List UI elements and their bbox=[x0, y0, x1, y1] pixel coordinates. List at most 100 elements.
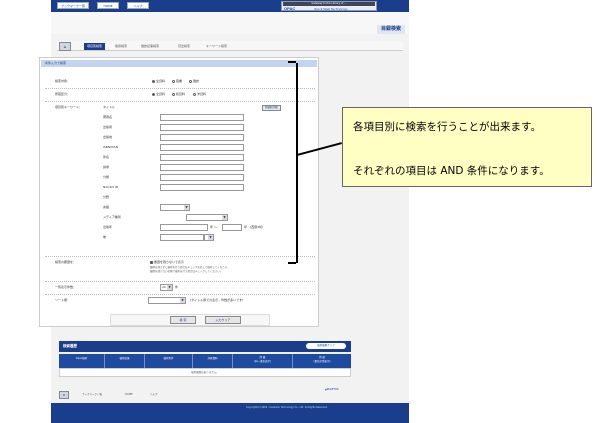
year-to-input[interactable] bbox=[222, 224, 242, 231]
bracket-top bbox=[288, 61, 296, 63]
page-title: 目録検索 bbox=[376, 25, 405, 34]
radio-dot bbox=[189, 79, 192, 83]
order-select[interactable]: ▼ bbox=[148, 297, 186, 304]
order-note: (タイトル順での表示…件数が多いです) bbox=[190, 298, 244, 302]
radio-target-book[interactable]: 図書 bbox=[172, 78, 182, 85]
chevron-down-icon: ▼ bbox=[184, 205, 189, 210]
nav-home[interactable]: HOME bbox=[97, 2, 119, 9]
radio-target-magazine[interactable]: 雑誌 bbox=[189, 78, 199, 85]
tab-keyword-search[interactable]: キーワード検索 bbox=[206, 43, 227, 50]
subject-input[interactable] bbox=[160, 164, 244, 171]
tab-bar bbox=[57, 41, 403, 51]
radio-holding-all[interactable]: 全資料 bbox=[152, 91, 165, 98]
bracket-side bbox=[296, 63, 298, 263]
history-col-holding-article: 所 蔵 (書名記事表示) bbox=[313, 356, 331, 363]
keyword-label: 項目別キーワード： bbox=[55, 105, 83, 109]
copyright: Copyright(C) 2009 - Kuaimion Technology … bbox=[246, 406, 328, 409]
no-history-checkbox[interactable]: 履歴を残さないで表示 bbox=[150, 259, 184, 266]
subheader bbox=[51, 12, 409, 34]
volume-select[interactable]: ▼ bbox=[204, 234, 214, 241]
radio-holding-foreign[interactable]: 洋資料 bbox=[193, 91, 206, 98]
tab-loan-search[interactable]: 貸出検索 bbox=[178, 43, 190, 50]
title-input[interactable] bbox=[160, 114, 244, 121]
radio-dot bbox=[172, 79, 175, 83]
radio-dot bbox=[172, 92, 175, 96]
field-label-media: メディア種別 bbox=[103, 215, 121, 219]
callno-input[interactable] bbox=[160, 174, 244, 181]
footer bbox=[51, 403, 409, 423]
year-from-input[interactable] bbox=[160, 224, 208, 231]
target-label: 検索対象： bbox=[55, 79, 71, 83]
history-col-condition: 検索条件 bbox=[145, 354, 193, 368]
divider bbox=[45, 88, 315, 89]
field-label-area: 分野 bbox=[103, 195, 110, 199]
field-label-nacsis: NACSIS ID bbox=[103, 185, 119, 189]
history-col-holding-same: 所 蔵 (同一書名表示) bbox=[233, 354, 293, 368]
checkbox-box bbox=[150, 260, 153, 264]
home-icon[interactable]: ⌂ bbox=[59, 42, 71, 51]
logo-name: OPAC bbox=[284, 6, 296, 11]
history-empty: 検索履歴はありません。 bbox=[59, 368, 351, 377]
bottom-link-help[interactable]: ヘルプ bbox=[150, 392, 158, 398]
clear-button[interactable]: 入力クリア bbox=[205, 316, 241, 324]
search-button[interactable]: 検 索 bbox=[170, 316, 196, 324]
chevron-down-icon: ▼ bbox=[222, 215, 227, 220]
history-col-result: 検索結果 bbox=[105, 354, 145, 368]
bottom-home-icon[interactable]: ⌂ bbox=[59, 391, 69, 399]
logo-tagline: Gateway to the Library of ... bbox=[283, 2, 375, 6]
tab-simple-search[interactable]: 簡易検索 bbox=[115, 43, 127, 50]
callout-line-2: それぞれの項目は AND 条件になります。 bbox=[353, 165, 550, 177]
chevron-down-icon: ▼ bbox=[208, 235, 213, 240]
field-label-title: タイトル bbox=[103, 105, 116, 109]
callout-line-1: 各項目別に検索を行うことが出来ます。 bbox=[353, 121, 541, 133]
radio-dot bbox=[152, 79, 155, 83]
history-clear-button[interactable]: 検索履歴クリア bbox=[306, 343, 346, 349]
field-label-year: 出版年 bbox=[103, 225, 113, 229]
bottom-link-bookmark[interactable]: ブックマーク一覧 bbox=[82, 392, 102, 398]
publisher-input[interactable] bbox=[160, 134, 244, 141]
order-label: ソート順： bbox=[55, 298, 71, 302]
divider bbox=[45, 294, 315, 295]
tab-item-search[interactable]: 項目別検索 bbox=[84, 43, 106, 50]
divider bbox=[45, 101, 315, 102]
history-note-2: 履歴を残さない状態で検索を行う場合はチェックしてください。 bbox=[150, 270, 223, 273]
count-unit: 件 bbox=[175, 285, 179, 289]
radio-target-all[interactable]: 全資料 bbox=[152, 78, 165, 85]
volume-from-input[interactable] bbox=[160, 234, 204, 241]
bottom-link-home[interactable]: HOME bbox=[125, 392, 133, 398]
author-input[interactable] bbox=[160, 124, 244, 131]
tab-article-search[interactable]: 雑誌記事検索 bbox=[141, 43, 159, 50]
holding-detail-button[interactable]: 所蔵館詳細 bbox=[262, 105, 281, 111]
bottom-nav bbox=[57, 391, 403, 399]
media-select[interactable]: ▼ bbox=[186, 214, 228, 221]
divider bbox=[45, 281, 315, 282]
history-title: 検索履歴 bbox=[63, 344, 77, 348]
field-label-subject: 件名 bbox=[103, 155, 110, 159]
panel-header: 条件入力で検索 bbox=[41, 60, 317, 67]
isbn-input[interactable] bbox=[160, 154, 244, 161]
class-input[interactable] bbox=[160, 184, 244, 191]
radio-holding-jp[interactable]: 和資料 bbox=[172, 91, 185, 98]
nav-help[interactable]: ヘルプ bbox=[127, 2, 149, 9]
holding-label: 所蔵区分： bbox=[55, 92, 71, 96]
year-end-label: 年 bbox=[244, 225, 248, 229]
nav-bookmark-list[interactable]: ブックマーク一覧 bbox=[57, 2, 89, 9]
opac-logo: Gateway to the Library of ... OPAC Quick… bbox=[281, 1, 377, 11]
field-label-publisher: 出版者 bbox=[103, 125, 113, 129]
chevron-down-icon: ▼ bbox=[180, 298, 185, 303]
field-label-isbn: ISBN/ISSN bbox=[103, 145, 119, 149]
field-label-callno: 請求 bbox=[103, 165, 110, 169]
history-col-opac: Opac検索 bbox=[59, 354, 105, 368]
callout-box: 各項目別に検索を行うことが出来ます。 それぞれの項目は AND 条件になります。 bbox=[342, 107, 592, 187]
radio-dot bbox=[193, 92, 196, 96]
bracket-bottom bbox=[288, 262, 296, 264]
place-input[interactable] bbox=[160, 144, 244, 151]
chevron-down-icon: ▼ bbox=[167, 285, 172, 290]
count-select[interactable]: 20 ▼ bbox=[160, 284, 173, 291]
divider bbox=[45, 256, 315, 257]
count-label: 一覧表示件数： bbox=[55, 285, 77, 289]
year-range-sep: 年 ～ bbox=[210, 225, 217, 229]
field-label-author: 著者名 bbox=[103, 115, 113, 119]
language-select[interactable]: ▼ bbox=[160, 204, 190, 211]
year-format-note: (西暦4桁) bbox=[250, 225, 264, 229]
